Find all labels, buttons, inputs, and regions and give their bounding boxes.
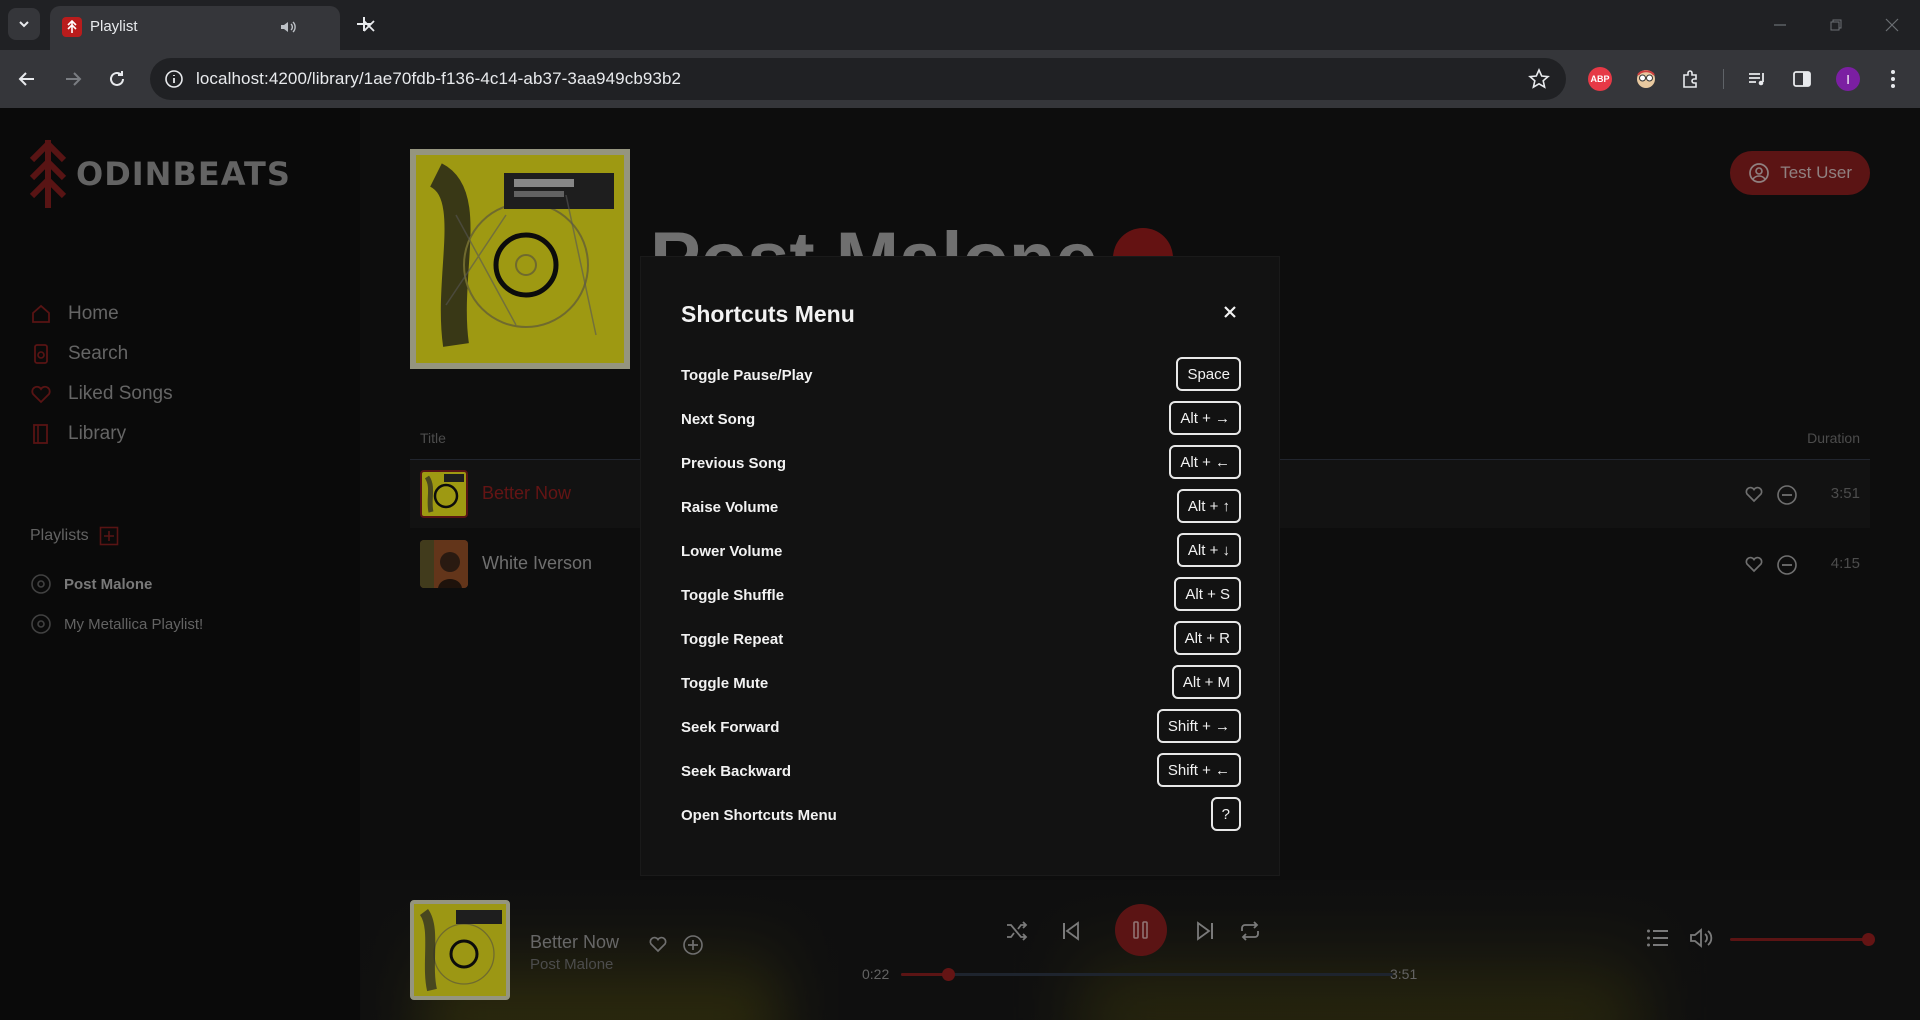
shortcut-key: Alt + ↓ <box>1176 533 1241 567</box>
odinbeats-favicon-icon <box>62 17 82 37</box>
browser-menu-icon[interactable] <box>1878 64 1908 94</box>
shortcut-key: ? <box>1210 797 1241 831</box>
shortcut-row: Toggle Shuffle Alt + S <box>681 573 1241 617</box>
tab-audio-icon[interactable] <box>279 18 297 36</box>
browser-tab-bar: Playlist <box>0 0 1920 50</box>
shortcut-key: Alt + ↑ <box>1176 489 1241 523</box>
shortcut-row: Toggle Repeat Alt + R <box>681 617 1241 661</box>
extension-face-icon[interactable] <box>1631 64 1661 94</box>
close-icon[interactable] <box>1223 305 1237 319</box>
shortcut-row: Open Shortcuts Menu? <box>681 793 1241 837</box>
shortcut-label: Toggle Shuffle <box>681 587 785 604</box>
chevron-down-icon <box>19 21 29 28</box>
shortcut-label: Toggle Repeat <box>681 631 784 648</box>
side-panel-icon[interactable] <box>1787 64 1817 94</box>
tab-search-button[interactable] <box>8 8 40 40</box>
restore-icon[interactable] <box>1808 0 1864 50</box>
shortcut-row: Toggle Pause/Play Space <box>681 353 1241 397</box>
shortcut-key: Alt + → <box>1169 401 1241 435</box>
shortcut-label: Toggle Pause/Play <box>681 367 813 384</box>
shortcut-row: Lower Volume Alt + ↓ <box>681 529 1241 573</box>
browser-toolbar: localhost:4200/library/1ae70fdb-f136-4c1… <box>0 50 1920 108</box>
shortcut-label: Next Song <box>681 411 756 428</box>
shortcut-key: Alt + ← <box>1169 445 1241 479</box>
shortcut-row: Next Song Alt + → <box>681 397 1241 441</box>
shortcut-key: Alt + R <box>1173 621 1241 655</box>
shortcut-label: Open Shortcuts Menu <box>681 807 837 824</box>
tab-title: Playlist <box>90 18 138 35</box>
shortcut-label: Seek Backward <box>681 763 792 780</box>
shortcut-label: Previous Song <box>681 455 787 472</box>
modal-title: Shortcuts Menu <box>681 301 855 327</box>
profile-avatar[interactable]: I <box>1833 64 1863 94</box>
extensions-puzzle-icon[interactable] <box>1676 64 1706 94</box>
shortcut-label: Lower Volume <box>681 543 783 560</box>
shortcuts-modal: Shortcuts Menu Toggle Pause/Play Space Ne… <box>640 256 1280 876</box>
new-tab-icon[interactable] <box>352 12 376 36</box>
shortcut-key: Space <box>1176 357 1241 391</box>
shortcut-label: Seek Forward <box>681 719 780 736</box>
shortcut-key: Shift + ← <box>1156 753 1241 787</box>
address-bar[interactable]: localhost:4200/library/1ae70fdb-f136-4c1… <box>150 58 1566 100</box>
minimize-icon[interactable] <box>1752 0 1808 50</box>
shortcut-row: Raise Volume Alt + ↑ <box>681 485 1241 529</box>
bookmark-star-icon[interactable] <box>1528 68 1550 90</box>
browser-tab-active[interactable]: Playlist <box>50 6 375 50</box>
shortcut-row: Previous Song Alt + ← <box>681 441 1241 485</box>
shortcut-row: Toggle Mute Alt + M <box>681 661 1241 705</box>
shortcut-row: Seek Backward Shift + ← <box>681 749 1241 793</box>
shortcut-key: Shift + → <box>1156 709 1241 743</box>
site-info-icon[interactable] <box>164 69 184 89</box>
shortcut-key: Alt + S <box>1174 577 1241 611</box>
shortcut-row: Seek Forward Shift + → <box>681 705 1241 749</box>
adblock-extension-icon[interactable]: ABP <box>1585 64 1615 94</box>
close-window-icon[interactable] <box>1864 0 1920 50</box>
shortcut-label: Toggle Mute <box>681 675 769 692</box>
adblock-label: ABP <box>1588 67 1612 91</box>
forward-arrow-icon[interactable] <box>58 64 88 94</box>
url-text: localhost:4200/library/1ae70fdb-f136-4c1… <box>196 69 682 88</box>
back-arrow-icon[interactable] <box>12 64 42 94</box>
toolbar-divider <box>1723 69 1724 89</box>
shortcut-label: Raise Volume <box>681 499 779 516</box>
shortcut-key: Alt + M <box>1171 665 1241 699</box>
profile-initial: I <box>1836 67 1860 91</box>
shortcut-list: Toggle Pause/Play Space Next Song Alt + → … <box>681 353 1241 837</box>
reload-icon[interactable] <box>102 64 132 94</box>
media-control-icon[interactable] <box>1742 64 1772 94</box>
